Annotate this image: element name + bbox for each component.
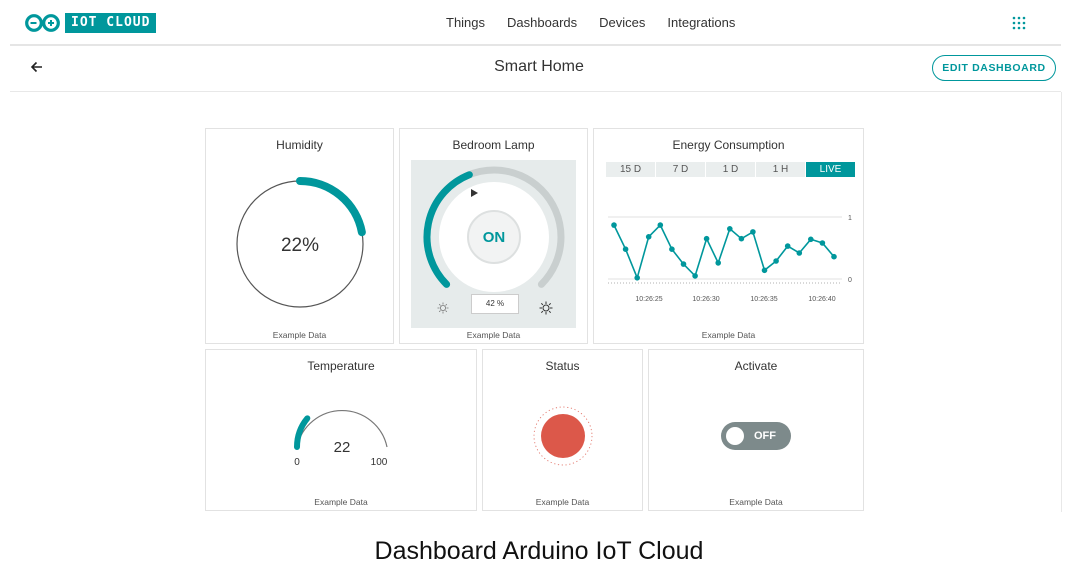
temperature-widget[interactable]: Temperature 22 0 100 Example Data xyxy=(205,349,477,511)
widget-title: Activate xyxy=(734,359,778,373)
x-tick-label: 10:26:35 xyxy=(750,296,777,303)
temperature-gauge: 22 0 100 xyxy=(294,410,388,468)
data-point xyxy=(680,261,687,267)
humidity-value: 22% xyxy=(281,235,319,256)
humidity-gauge: 22% xyxy=(236,177,366,308)
temperature-value: 22 xyxy=(334,439,351,456)
nav-dashboards[interactable]: Dashboards xyxy=(507,15,577,30)
widget-footer: Example Data xyxy=(272,330,327,340)
status-indicator xyxy=(533,406,593,466)
data-point xyxy=(796,250,803,256)
top-nav: Things Dashboards Devices Integrations xyxy=(446,15,735,30)
data-point xyxy=(808,236,814,243)
brightness-readout: 42 % xyxy=(471,294,519,314)
x-tick-label: 10:26:25 xyxy=(635,296,662,303)
bedroom-lamp-widget[interactable]: Bedroom Lamp ON 42 % Example Data xyxy=(399,128,588,344)
sun-bright-icon xyxy=(539,301,553,315)
data-point xyxy=(831,253,837,260)
nav-integrations[interactable]: Integrations xyxy=(667,15,735,30)
temperature-arc xyxy=(294,415,311,450)
data-point xyxy=(622,246,629,252)
page-title: Smart Home xyxy=(494,58,584,75)
data-point xyxy=(611,222,617,228)
humidity-arc xyxy=(296,177,366,237)
energy-consumption-widget[interactable]: Energy Consumption 15 D 7 D 1 D 1 H LIVE… xyxy=(593,128,864,344)
data-point xyxy=(715,260,721,266)
widget-footer: Example Data xyxy=(535,497,590,507)
figure-caption: Dashboard Arduino IoT Cloud xyxy=(374,537,704,565)
nav-devices[interactable]: Devices xyxy=(599,15,645,30)
data-point xyxy=(692,273,698,279)
data-point xyxy=(669,246,675,252)
y-tick-label: 0 xyxy=(848,277,852,284)
apps-grid-icon[interactable] xyxy=(1012,16,1026,30)
x-tick-label: 10:26:30 xyxy=(692,296,719,303)
data-point xyxy=(761,267,768,274)
data-point xyxy=(773,258,779,264)
activate-toggle[interactable]: OFF xyxy=(721,422,791,450)
humidity-widget[interactable]: Humidity 22% Example Data xyxy=(205,128,394,344)
edit-dashboard-button[interactable]: EDIT DASHBOARD xyxy=(932,55,1056,81)
data-point xyxy=(738,235,745,242)
data-point xyxy=(819,240,826,246)
energy-line-chart: 1 0 10:26:25 10:26:30 10:26:35 10:26:40 xyxy=(608,215,852,303)
nav-things[interactable]: Things xyxy=(446,15,485,30)
widget-footer: Example Data xyxy=(701,330,756,340)
widget-footer: Example Data xyxy=(314,497,368,507)
data-point xyxy=(634,275,640,281)
widget-footer: Example Data xyxy=(729,497,783,507)
y-tick-label: 1 xyxy=(848,215,852,222)
sun-dim-icon xyxy=(437,302,449,314)
data-point xyxy=(727,226,733,232)
toggle-knob xyxy=(726,427,744,445)
x-tick-label: 10:26:40 xyxy=(808,296,835,303)
nav-divider xyxy=(10,44,1061,46)
data-point xyxy=(657,222,664,228)
status-led xyxy=(541,414,585,458)
temperature-min: 0 xyxy=(294,457,300,468)
arduino-logo[interactable]: IOT CLOUD xyxy=(24,12,157,34)
infinity-logo-icon xyxy=(25,14,60,32)
status-widget[interactable]: Status Example Data xyxy=(482,349,643,511)
header-divider xyxy=(10,91,1061,92)
data-point xyxy=(703,235,710,242)
content-border xyxy=(1061,92,1062,512)
data-point xyxy=(750,229,756,235)
activate-widget[interactable]: Activate OFF Example Data xyxy=(648,349,864,511)
lamp-state: ON xyxy=(483,229,506,246)
temperature-max: 100 xyxy=(371,457,388,468)
data-point xyxy=(784,243,791,249)
data-point xyxy=(645,234,652,240)
logo-text: IOT CLOUD xyxy=(65,13,157,33)
widget-footer: Example Data xyxy=(466,330,521,340)
toggle-state: OFF xyxy=(754,430,776,442)
